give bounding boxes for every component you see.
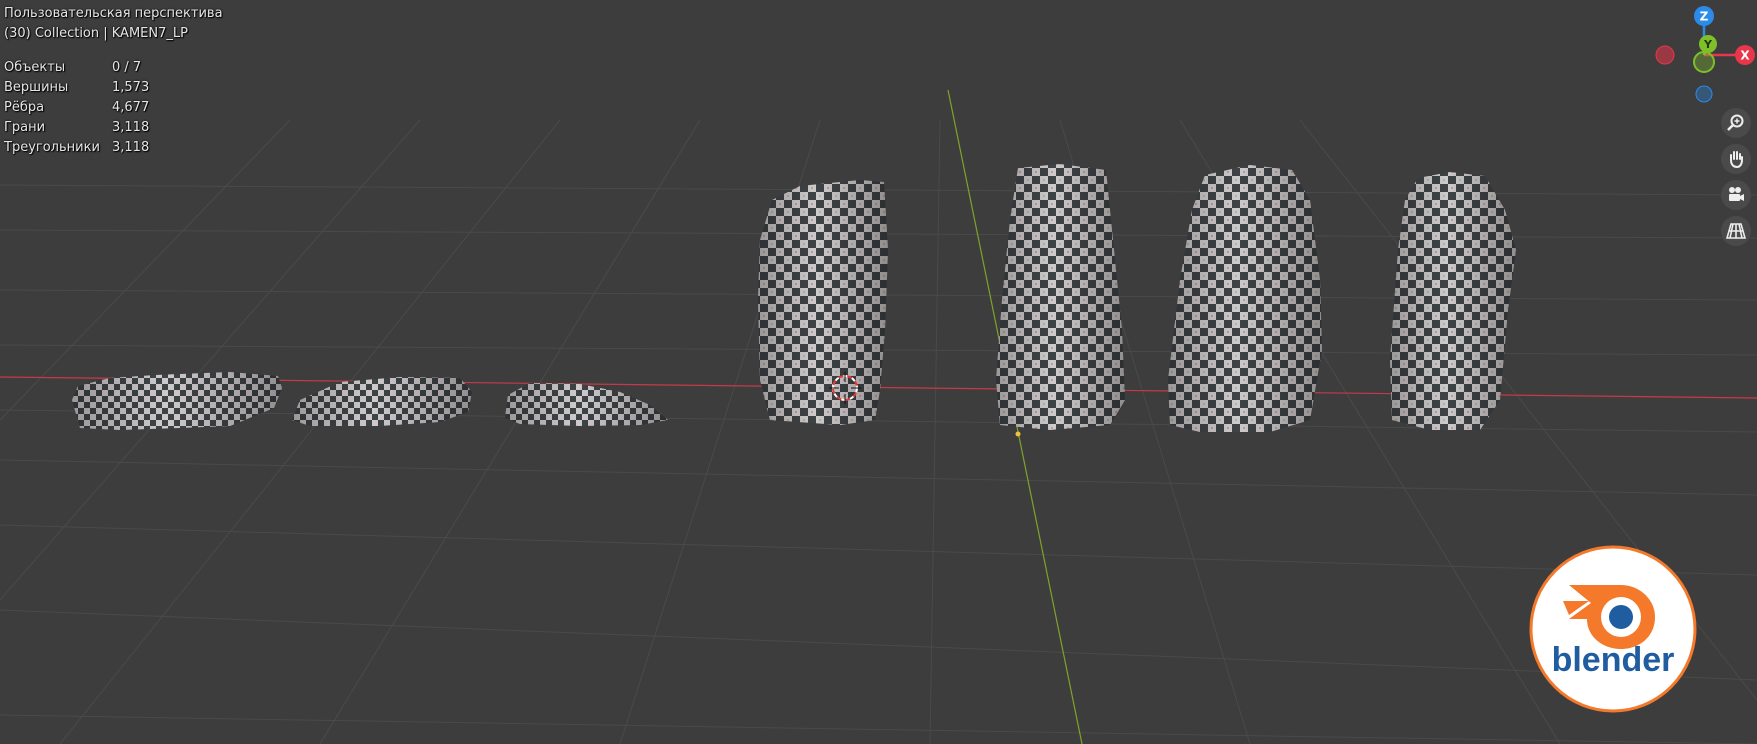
gizmo-y-button[interactable]: Y (1699, 35, 1717, 53)
gizmo-x-label: X (1740, 49, 1750, 63)
stat-value: 0 / 7 (112, 60, 142, 75)
stat-row-faces: Грани 3,118 (4, 118, 223, 138)
viewport-info-overlay: Пользовательская перспектива (30) Collec… (4, 4, 223, 158)
stat-label: Грани (4, 120, 46, 135)
camera-view-button[interactable] (1721, 180, 1751, 210)
stone-object-4 (758, 180, 888, 425)
pan-button[interactable] (1721, 144, 1751, 174)
world-origin-dot (1015, 431, 1021, 437)
scene-statistics: Объекты 0 / 7 Вершины 1,573 Рёбра 4,677 … (4, 58, 223, 158)
camera-icon (1729, 187, 1744, 201)
blender-wordmark: blender (1552, 641, 1675, 679)
stat-row-vertices: Вершины 1,573 (4, 78, 223, 98)
stone-object-6 (1168, 165, 1322, 432)
stone-object-5 (996, 164, 1125, 430)
stat-row-triangles: Треугольники 3,118 (4, 138, 223, 158)
stone-object-3 (505, 383, 668, 426)
view-name: Пользовательская перспектива (4, 6, 223, 21)
stat-value: 1,573 (112, 80, 150, 95)
grid-perspective-icon (1726, 223, 1746, 239)
gizmo-z-button[interactable]: Z (1694, 6, 1714, 26)
stat-value: 3,118 (112, 140, 150, 155)
perspective-toggle-button[interactable] (1721, 216, 1751, 246)
stat-label: Вершины (4, 80, 69, 95)
stone-object-2 (292, 377, 472, 426)
stone-object-1 (72, 372, 282, 430)
zoom-button[interactable] (1721, 108, 1751, 138)
gizmo-neg-z[interactable] (1695, 85, 1713, 103)
stat-label: Рёбра (4, 100, 45, 115)
collection-info: (30) Collection | KAMEN7_LP (4, 26, 188, 41)
gizmo-neg-y[interactable] (1693, 51, 1715, 73)
stat-label: Треугольники (4, 140, 100, 155)
navigation-gizmo[interactable]: Z Y X (1650, 0, 1757, 110)
stat-label: Объекты (4, 60, 66, 75)
3d-viewport[interactable] (0, 0, 1757, 744)
blender-logo: blender (1529, 545, 1697, 713)
gizmo-x-button[interactable]: X (1735, 45, 1755, 65)
zoom-icon (1727, 114, 1744, 131)
hand-pan-icon (1730, 151, 1743, 169)
gizmo-neg-x[interactable] (1655, 45, 1675, 65)
gizmo-y-label: Y (1703, 38, 1713, 51)
stat-row-objects: Объекты 0 / 7 (4, 58, 223, 78)
stat-row-edges: Рёбра 4,677 (4, 98, 223, 118)
stone-object-7 (1390, 172, 1516, 430)
gizmo-z-label: Z (1700, 10, 1709, 24)
stat-value: 4,677 (112, 100, 150, 115)
stat-value: 3,118 (112, 120, 150, 135)
